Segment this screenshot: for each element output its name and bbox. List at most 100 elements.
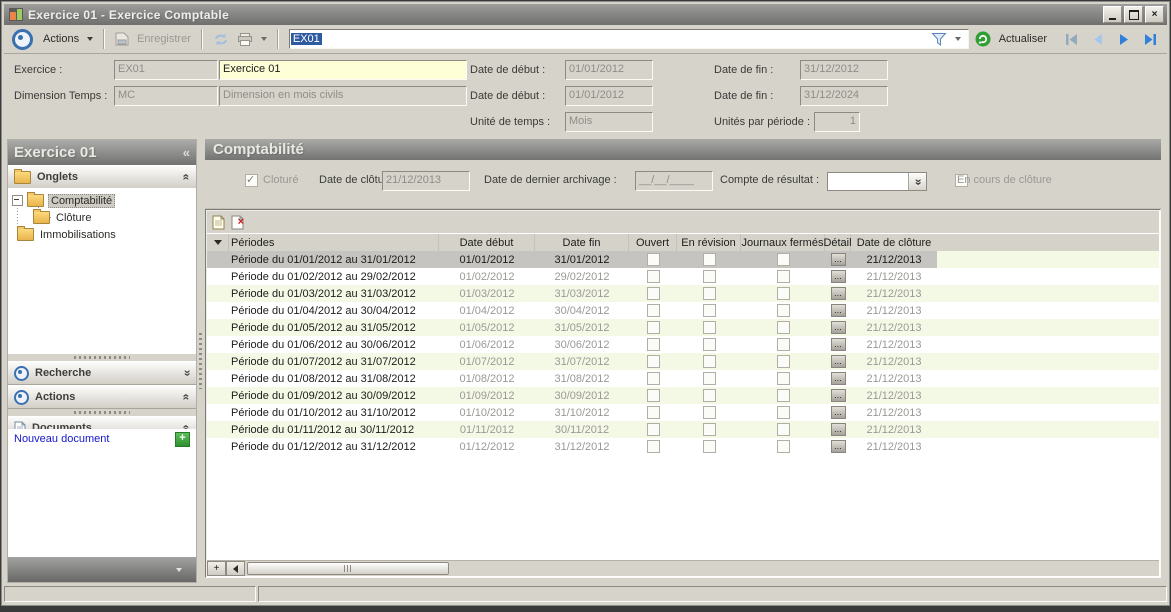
- column-date-fin[interactable]: Date fin: [535, 234, 629, 251]
- ouvert-checkbox[interactable]: [647, 389, 660, 402]
- collapse-sidebar-icon[interactable]: [183, 145, 190, 160]
- refresh-green-icon[interactable]: [975, 31, 991, 47]
- print-icon[interactable]: [237, 33, 253, 46]
- refresh-icon[interactable]: [213, 33, 229, 46]
- ouvert-checkbox[interactable]: [647, 270, 660, 283]
- maximize-button[interactable]: [1124, 6, 1143, 23]
- chevron-up-icon[interactable]: [183, 392, 190, 402]
- dropdown-chevrons-icon[interactable]: [908, 173, 926, 190]
- table-row[interactable]: Période du 01/04/2012 au 30/04/201201/04…: [207, 302, 1159, 319]
- tree-collapse-icon[interactable]: [12, 195, 23, 206]
- add-document-icon[interactable]: +: [175, 432, 190, 447]
- table-row[interactable]: Période du 01/11/2012 au 30/11/201201/11…: [207, 421, 1159, 438]
- nav-last-icon[interactable]: [1142, 33, 1159, 46]
- nav-next-icon[interactable]: [1116, 33, 1132, 46]
- detail-button[interactable]: ...: [831, 287, 846, 300]
- column-periodes[interactable]: Périodes: [229, 234, 439, 251]
- sidebar-footer-dropdown-icon[interactable]: [176, 568, 182, 572]
- sidebar-section-actions[interactable]: Actions: [8, 385, 196, 409]
- nav-first-icon[interactable]: [1063, 33, 1080, 46]
- column-date-debut[interactable]: Date début: [439, 234, 535, 251]
- ouvert-checkbox[interactable]: [647, 406, 660, 419]
- new-record-icon[interactable]: [212, 215, 225, 230]
- sidebar-section-onglets[interactable]: Onglets: [8, 165, 196, 189]
- horizontal-scrollbar-thumb[interactable]: [247, 562, 449, 575]
- ouvert-checkbox[interactable]: [647, 304, 660, 317]
- ouvert-checkbox[interactable]: [647, 355, 660, 368]
- en-revision-checkbox[interactable]: [703, 355, 716, 368]
- detail-button[interactable]: ...: [831, 372, 846, 385]
- en-revision-checkbox[interactable]: [703, 423, 716, 436]
- ouvert-checkbox[interactable]: [647, 338, 660, 351]
- journaux-fermes-checkbox[interactable]: [777, 440, 790, 453]
- journaux-fermes-checkbox[interactable]: [777, 287, 790, 300]
- journaux-fermes-checkbox[interactable]: [777, 321, 790, 334]
- table-row[interactable]: Période du 01/05/2012 au 31/05/201201/05…: [207, 319, 1159, 336]
- vertical-splitter[interactable]: [196, 139, 204, 583]
- detail-button[interactable]: ...: [831, 338, 846, 351]
- en-revision-checkbox[interactable]: [703, 440, 716, 453]
- splitter-grip[interactable]: [8, 354, 196, 361]
- detail-button[interactable]: ...: [831, 389, 846, 402]
- en-revision-checkbox[interactable]: [703, 270, 716, 283]
- journaux-fermes-checkbox[interactable]: [777, 372, 790, 385]
- minimize-button[interactable]: [1103, 6, 1122, 23]
- detail-button[interactable]: ...: [831, 321, 846, 334]
- tree-item-comptabilit-[interactable]: Comptabilité: [8, 192, 115, 209]
- ouvert-checkbox[interactable]: [647, 440, 660, 453]
- en-revision-checkbox[interactable]: [703, 321, 716, 334]
- save-button[interactable]: Enregistrer: [137, 33, 191, 45]
- detail-button[interactable]: ...: [831, 440, 846, 453]
- table-row[interactable]: Période du 01/09/2012 au 30/09/201201/09…: [207, 387, 1159, 404]
- actions-menu[interactable]: Actions: [43, 33, 79, 45]
- tree-item-immobilisations[interactable]: Immobilisations: [17, 226, 118, 243]
- chevron-down-icon[interactable]: [183, 368, 190, 378]
- en-revision-checkbox[interactable]: [703, 406, 716, 419]
- table-row[interactable]: Période du 01/08/2012 au 31/08/201201/08…: [207, 370, 1159, 387]
- detail-button[interactable]: ...: [831, 355, 846, 368]
- ouvert-checkbox[interactable]: [647, 287, 660, 300]
- detail-button[interactable]: ...: [831, 423, 846, 436]
- grid-filter-cell[interactable]: [207, 234, 229, 251]
- cloture-checkbox[interactable]: [245, 174, 258, 187]
- ouvert-checkbox[interactable]: [647, 372, 660, 385]
- chevron-up-icon[interactable]: [183, 172, 190, 182]
- table-row[interactable]: Période du 01/01/2012 au 31/01/201201/01…: [207, 251, 1159, 268]
- table-row[interactable]: Période du 01/06/2012 au 30/06/201201/06…: [207, 336, 1159, 353]
- detail-button[interactable]: ...: [831, 270, 846, 283]
- column-date-cloture[interactable]: Date de clôture: [851, 234, 937, 251]
- new-document-link[interactable]: Nouveau document: [14, 433, 109, 445]
- ouvert-checkbox[interactable]: [647, 423, 660, 436]
- close-button[interactable]: ×: [1145, 6, 1164, 23]
- en-revision-checkbox[interactable]: [703, 338, 716, 351]
- en-revision-checkbox[interactable]: [703, 372, 716, 385]
- tree-item-cl-ture[interactable]: Clôture: [33, 209, 93, 226]
- filter-dropdown-icon[interactable]: [955, 37, 961, 41]
- detail-button[interactable]: ...: [831, 304, 846, 317]
- table-row[interactable]: Période du 01/02/2012 au 29/02/201201/02…: [207, 268, 1159, 285]
- en-revision-checkbox[interactable]: [703, 287, 716, 300]
- column-en-revision[interactable]: En révision: [677, 234, 741, 251]
- add-row-button[interactable]: +: [207, 561, 226, 576]
- exercice-name-field[interactable]: Exercice 01: [219, 60, 467, 80]
- journaux-fermes-checkbox[interactable]: [777, 338, 790, 351]
- splitter-grip[interactable]: [8, 409, 196, 416]
- journaux-fermes-checkbox[interactable]: [777, 389, 790, 402]
- filter-icon[interactable]: [931, 32, 947, 46]
- actions-dropdown-icon[interactable]: [87, 37, 93, 41]
- en-revision-checkbox[interactable]: [703, 253, 716, 266]
- column-detail[interactable]: Détail: [825, 234, 851, 251]
- en-revision-checkbox[interactable]: [703, 389, 716, 402]
- refresh-button[interactable]: Actualiser: [999, 33, 1047, 45]
- table-row[interactable]: Période du 01/03/2012 au 31/03/201201/03…: [207, 285, 1159, 302]
- compte-resultat-dropdown[interactable]: [827, 172, 927, 191]
- ouvert-checkbox[interactable]: [647, 321, 660, 334]
- delete-record-icon[interactable]: ×: [231, 215, 244, 230]
- scroll-left-button[interactable]: [226, 561, 245, 576]
- table-row[interactable]: Période du 01/10/2012 au 31/10/201201/10…: [207, 404, 1159, 421]
- print-dropdown-icon[interactable]: [261, 37, 267, 41]
- table-row[interactable]: Période du 01/07/2012 au 31/07/201201/07…: [207, 353, 1159, 370]
- column-ouvert[interactable]: Ouvert: [629, 234, 677, 251]
- ouvert-checkbox[interactable]: [647, 253, 660, 266]
- detail-button[interactable]: ...: [831, 406, 846, 419]
